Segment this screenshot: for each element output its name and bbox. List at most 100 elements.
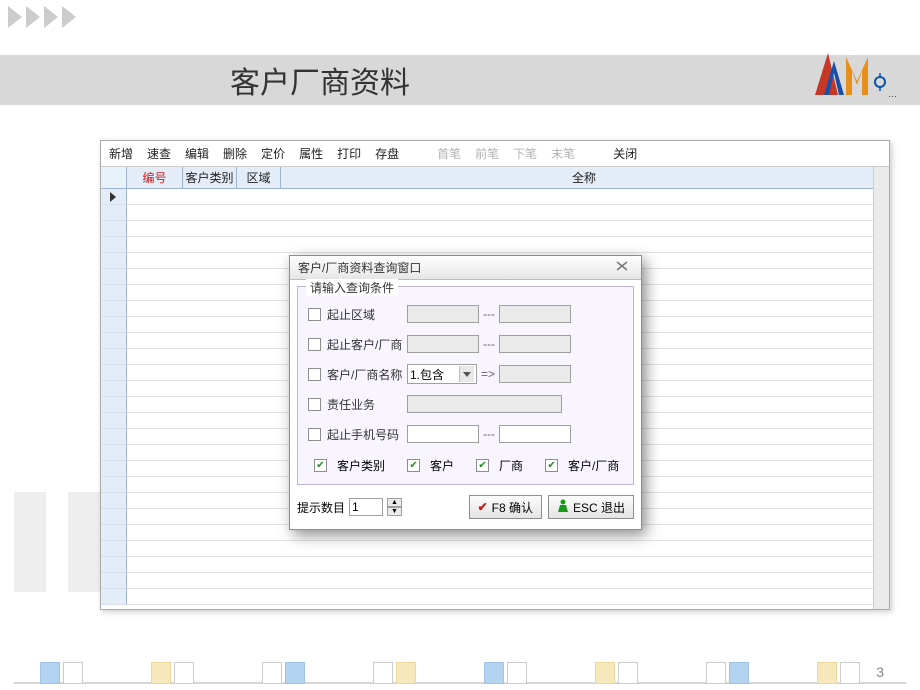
vertical-scrollbar[interactable] <box>873 167 889 609</box>
checkbox-name-match[interactable] <box>308 368 321 381</box>
menu-delete[interactable]: 删除 <box>223 145 247 162</box>
checkbox-cat-customer[interactable]: 客户 <box>407 457 454 474</box>
row-header[interactable] <box>101 541 127 557</box>
checkbox-region[interactable] <box>308 308 321 321</box>
check-icon: ✔ <box>478 500 488 514</box>
table-row[interactable] <box>127 205 888 221</box>
dialog-close-button[interactable] <box>609 259 635 275</box>
dialog-titlebar[interactable]: 客户/厂商资料查询窗口 <box>290 256 641 280</box>
menu-edit[interactable]: 编辑 <box>185 145 209 162</box>
menu-properties[interactable]: 属性 <box>299 145 323 162</box>
column-header-region[interactable]: 区域 <box>237 167 281 189</box>
checkbox-responsibility[interactable] <box>308 398 321 411</box>
row-header[interactable] <box>101 349 127 365</box>
column-header-category[interactable]: 客户类别 <box>183 167 237 189</box>
check-icon <box>407 459 420 472</box>
confirm-button-label: F8 确认 <box>492 499 533 516</box>
field-phone-range: 起止手机号码 --- <box>308 421 623 447</box>
row-header[interactable] <box>101 221 127 237</box>
row-header[interactable] <box>101 445 127 461</box>
menu-save[interactable]: 存盘 <box>375 145 399 162</box>
menu-new[interactable]: 新增 <box>109 145 133 162</box>
input-responsibility[interactable] <box>407 395 562 413</box>
check-icon <box>314 459 327 472</box>
input-phone-from[interactable] <box>407 425 479 443</box>
checkbox-cat-both[interactable]: 客户/厂商 <box>545 457 619 474</box>
checkbox-phone[interactable] <box>308 428 321 441</box>
checkbox-cat-customer-type[interactable]: 客户类别 <box>314 457 385 474</box>
confirm-button[interactable]: ✔ F8 确认 <box>469 495 542 519</box>
hint-count-value: 1 <box>350 499 382 515</box>
spin-up-icon[interactable]: ▲ <box>387 498 402 507</box>
table-row[interactable] <box>127 573 888 589</box>
row-header[interactable] <box>101 253 127 269</box>
input-region-to[interactable] <box>499 305 571 323</box>
input-customer-to[interactable] <box>499 335 571 353</box>
spin-down-icon[interactable]: ▼ <box>387 507 402 516</box>
label-region: 起止区域 <box>327 306 407 323</box>
table-row[interactable] <box>127 237 888 253</box>
row-header[interactable] <box>101 525 127 541</box>
row-header[interactable] <box>101 461 127 477</box>
page-number: 3 <box>876 664 884 680</box>
cancel-button-label: ESC 退出 <box>573 499 625 516</box>
select-match-value: 1.包含 <box>410 366 444 383</box>
hint-count-spinbox[interactable]: 1 <box>349 498 383 516</box>
table-row[interactable] <box>127 589 888 605</box>
triangle-icon <box>8 6 22 28</box>
input-phone-to[interactable] <box>499 425 571 443</box>
chevron-down-icon <box>459 366 474 382</box>
menu-close[interactable]: 关闭 <box>613 145 637 162</box>
row-header[interactable] <box>101 573 127 589</box>
label-cat-vendor: 厂商 <box>499 457 523 474</box>
cancel-button[interactable]: ESC 退出 <box>548 495 634 519</box>
row-header[interactable] <box>101 429 127 445</box>
menu-nav-first: 首笔 <box>437 145 461 162</box>
row-header[interactable] <box>101 237 127 253</box>
column-header-id[interactable]: 编号 <box>127 167 183 189</box>
row-header[interactable] <box>101 509 127 525</box>
row-headers <box>101 167 127 609</box>
row-header[interactable] <box>101 365 127 381</box>
triangle-icon <box>26 6 40 28</box>
row-header[interactable] <box>101 189 127 205</box>
field-name-match: 客户/厂商名称 1.包含 => <box>308 361 623 387</box>
checkbox-cat-vendor[interactable]: 厂商 <box>476 457 523 474</box>
row-header[interactable] <box>101 397 127 413</box>
separator: --- <box>483 307 495 321</box>
row-header[interactable] <box>101 269 127 285</box>
row-header[interactable] <box>101 477 127 493</box>
row-header[interactable] <box>101 301 127 317</box>
table-row[interactable] <box>127 541 888 557</box>
row-header[interactable] <box>101 589 127 605</box>
menu-quick-search[interactable]: 速查 <box>147 145 171 162</box>
triangle-icon <box>62 6 76 28</box>
input-customer-from[interactable] <box>407 335 479 353</box>
input-name-match[interactable] <box>499 365 571 383</box>
menu-print[interactable]: 打印 <box>337 145 361 162</box>
field-region-range: 起止区域 --- <box>308 301 623 327</box>
menu-bar: 新增 速查 编辑 删除 定价 属性 打印 存盘 首笔 前笔 下笔 末笔 关闭 <box>101 141 889 167</box>
row-header[interactable] <box>101 333 127 349</box>
triangle-icon <box>44 6 58 28</box>
row-header[interactable] <box>101 381 127 397</box>
label-customer-range: 起止客户/厂商 <box>327 336 407 353</box>
logo: … <box>812 45 902 104</box>
select-match-mode[interactable]: 1.包含 <box>407 364 477 384</box>
column-header-fullname[interactable]: 全称 <box>281 167 888 189</box>
table-row[interactable] <box>127 189 888 205</box>
row-header[interactable] <box>101 413 127 429</box>
row-header[interactable] <box>101 317 127 333</box>
field-customer-range: 起止客户/厂商 --- <box>308 331 623 357</box>
checkbox-customer-range[interactable] <box>308 338 321 351</box>
row-header[interactable] <box>101 285 127 301</box>
row-header[interactable] <box>101 493 127 509</box>
table-row[interactable] <box>127 557 888 573</box>
menu-nav-next: 下笔 <box>513 145 537 162</box>
menu-price[interactable]: 定价 <box>261 145 285 162</box>
row-header[interactable] <box>101 205 127 221</box>
row-header[interactable] <box>101 557 127 573</box>
table-row[interactable] <box>127 221 888 237</box>
spin-buttons[interactable]: ▲ ▼ <box>387 498 402 516</box>
input-region-from[interactable] <box>407 305 479 323</box>
